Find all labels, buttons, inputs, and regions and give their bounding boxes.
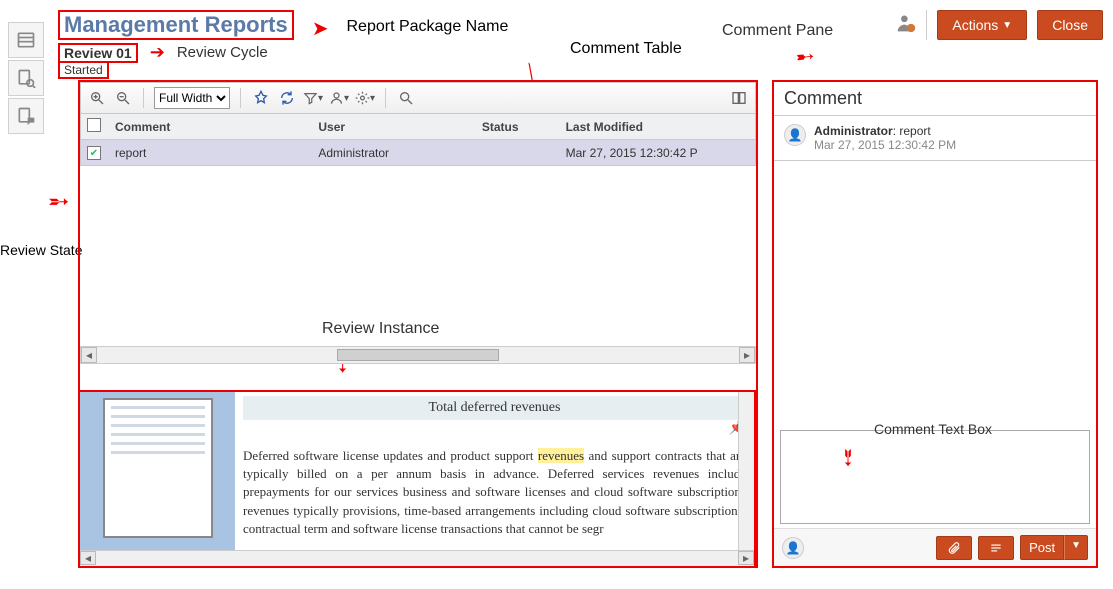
user-filter-icon[interactable]	[329, 88, 349, 108]
callout-comment-text-box: Comment Text Box	[874, 421, 992, 437]
vertical-scrollbar[interactable]	[738, 392, 754, 550]
callout-comment-table: Comment Table	[570, 40, 682, 58]
doc-section-heading: Total deferred revenues	[243, 396, 746, 420]
avatar-icon: 👤	[782, 537, 804, 559]
review-instance-icon[interactable]	[8, 60, 44, 96]
comments-panel-icon[interactable]	[8, 98, 44, 134]
filter-icon[interactable]	[303, 88, 323, 108]
comment-text: report	[899, 124, 930, 138]
comment-table-header: Comment User Status Last Modified	[80, 114, 756, 140]
horizontal-scrollbar[interactable]: ◂▸	[80, 550, 754, 566]
cell-comment: report	[115, 146, 314, 160]
format-button[interactable]	[978, 536, 1014, 560]
comment-toolbar: Full Width	[80, 82, 756, 114]
horizontal-scrollbar[interactable]: ◂▸	[80, 346, 756, 364]
page-thumbnail[interactable]	[103, 398, 213, 538]
layout-toggle-icon[interactable]	[729, 88, 749, 108]
zoom-select[interactable]: Full Width	[154, 87, 230, 109]
zoom-in-icon[interactable]	[87, 88, 107, 108]
arrow-icon: ➔	[150, 42, 165, 63]
close-button[interactable]: Close	[1037, 10, 1103, 40]
comment-user: Administrator	[814, 124, 893, 138]
comment-item[interactable]: 👤 Administrator: report Mar 27, 2015 12:…	[774, 116, 1096, 160]
attach-button[interactable]	[936, 536, 972, 560]
report-center-icon[interactable]	[8, 22, 44, 58]
cell-last-modified: Mar 27, 2015 12:30:42 P	[566, 146, 749, 160]
review-cycle: Review 01	[58, 43, 138, 63]
pin-icon[interactable]	[251, 88, 271, 108]
comment-text-box[interactable]	[780, 430, 1090, 524]
review-state: Started	[58, 61, 109, 79]
row-checkbox[interactable]: ✔	[87, 146, 101, 160]
col-user[interactable]: User	[318, 120, 477, 134]
post-button[interactable]: Post	[1020, 535, 1064, 560]
select-all-checkbox[interactable]	[87, 118, 101, 132]
settings-icon[interactable]	[355, 88, 375, 108]
callout-review-cycle: Review Cycle	[177, 44, 268, 61]
table-row[interactable]: ✔ report Administrator Mar 27, 2015 12:3…	[80, 140, 756, 166]
comment-pane: Comment 👤 Administrator: report Mar 27, …	[772, 80, 1098, 568]
cell-user: Administrator	[318, 146, 477, 160]
zoom-out-icon[interactable]	[113, 88, 133, 108]
comment-timestamp: Mar 27, 2015 12:30:42 PM	[814, 138, 956, 152]
report-package-name: Management Reports	[64, 12, 288, 37]
callout-report-package: Report Package Name	[346, 18, 508, 36]
col-last-modified[interactable]: Last Modified	[566, 120, 749, 134]
page-thumbnail-strip[interactable]	[80, 392, 235, 552]
callout-comment-pane: Comment Pane	[722, 22, 833, 40]
post-dropdown[interactable]: ▼	[1064, 535, 1088, 560]
highlighted-text[interactable]: revenues	[538, 448, 584, 463]
col-comment[interactable]: Comment	[115, 120, 314, 134]
document-view[interactable]: Total deferred revenues 📌 Deferred softw…	[235, 392, 754, 552]
comment-pane-title: Comment	[774, 82, 1096, 115]
avatar-icon: 👤	[784, 124, 806, 146]
refresh-icon[interactable]	[277, 88, 297, 108]
search-icon[interactable]	[396, 88, 416, 108]
review-instance-panel: Total deferred revenues 📌 Deferred softw…	[78, 390, 756, 568]
callout-review-state: Review State	[0, 242, 82, 258]
col-status[interactable]: Status	[482, 120, 562, 134]
actions-button[interactable]: Actions▼	[937, 10, 1027, 40]
doc-body-text: Deferred software license updates and pr…	[243, 447, 746, 538]
arrow-icon: ➤	[312, 16, 329, 41]
user-status-icon[interactable]	[896, 13, 916, 38]
arrow-icon: ➶	[40, 183, 77, 220]
